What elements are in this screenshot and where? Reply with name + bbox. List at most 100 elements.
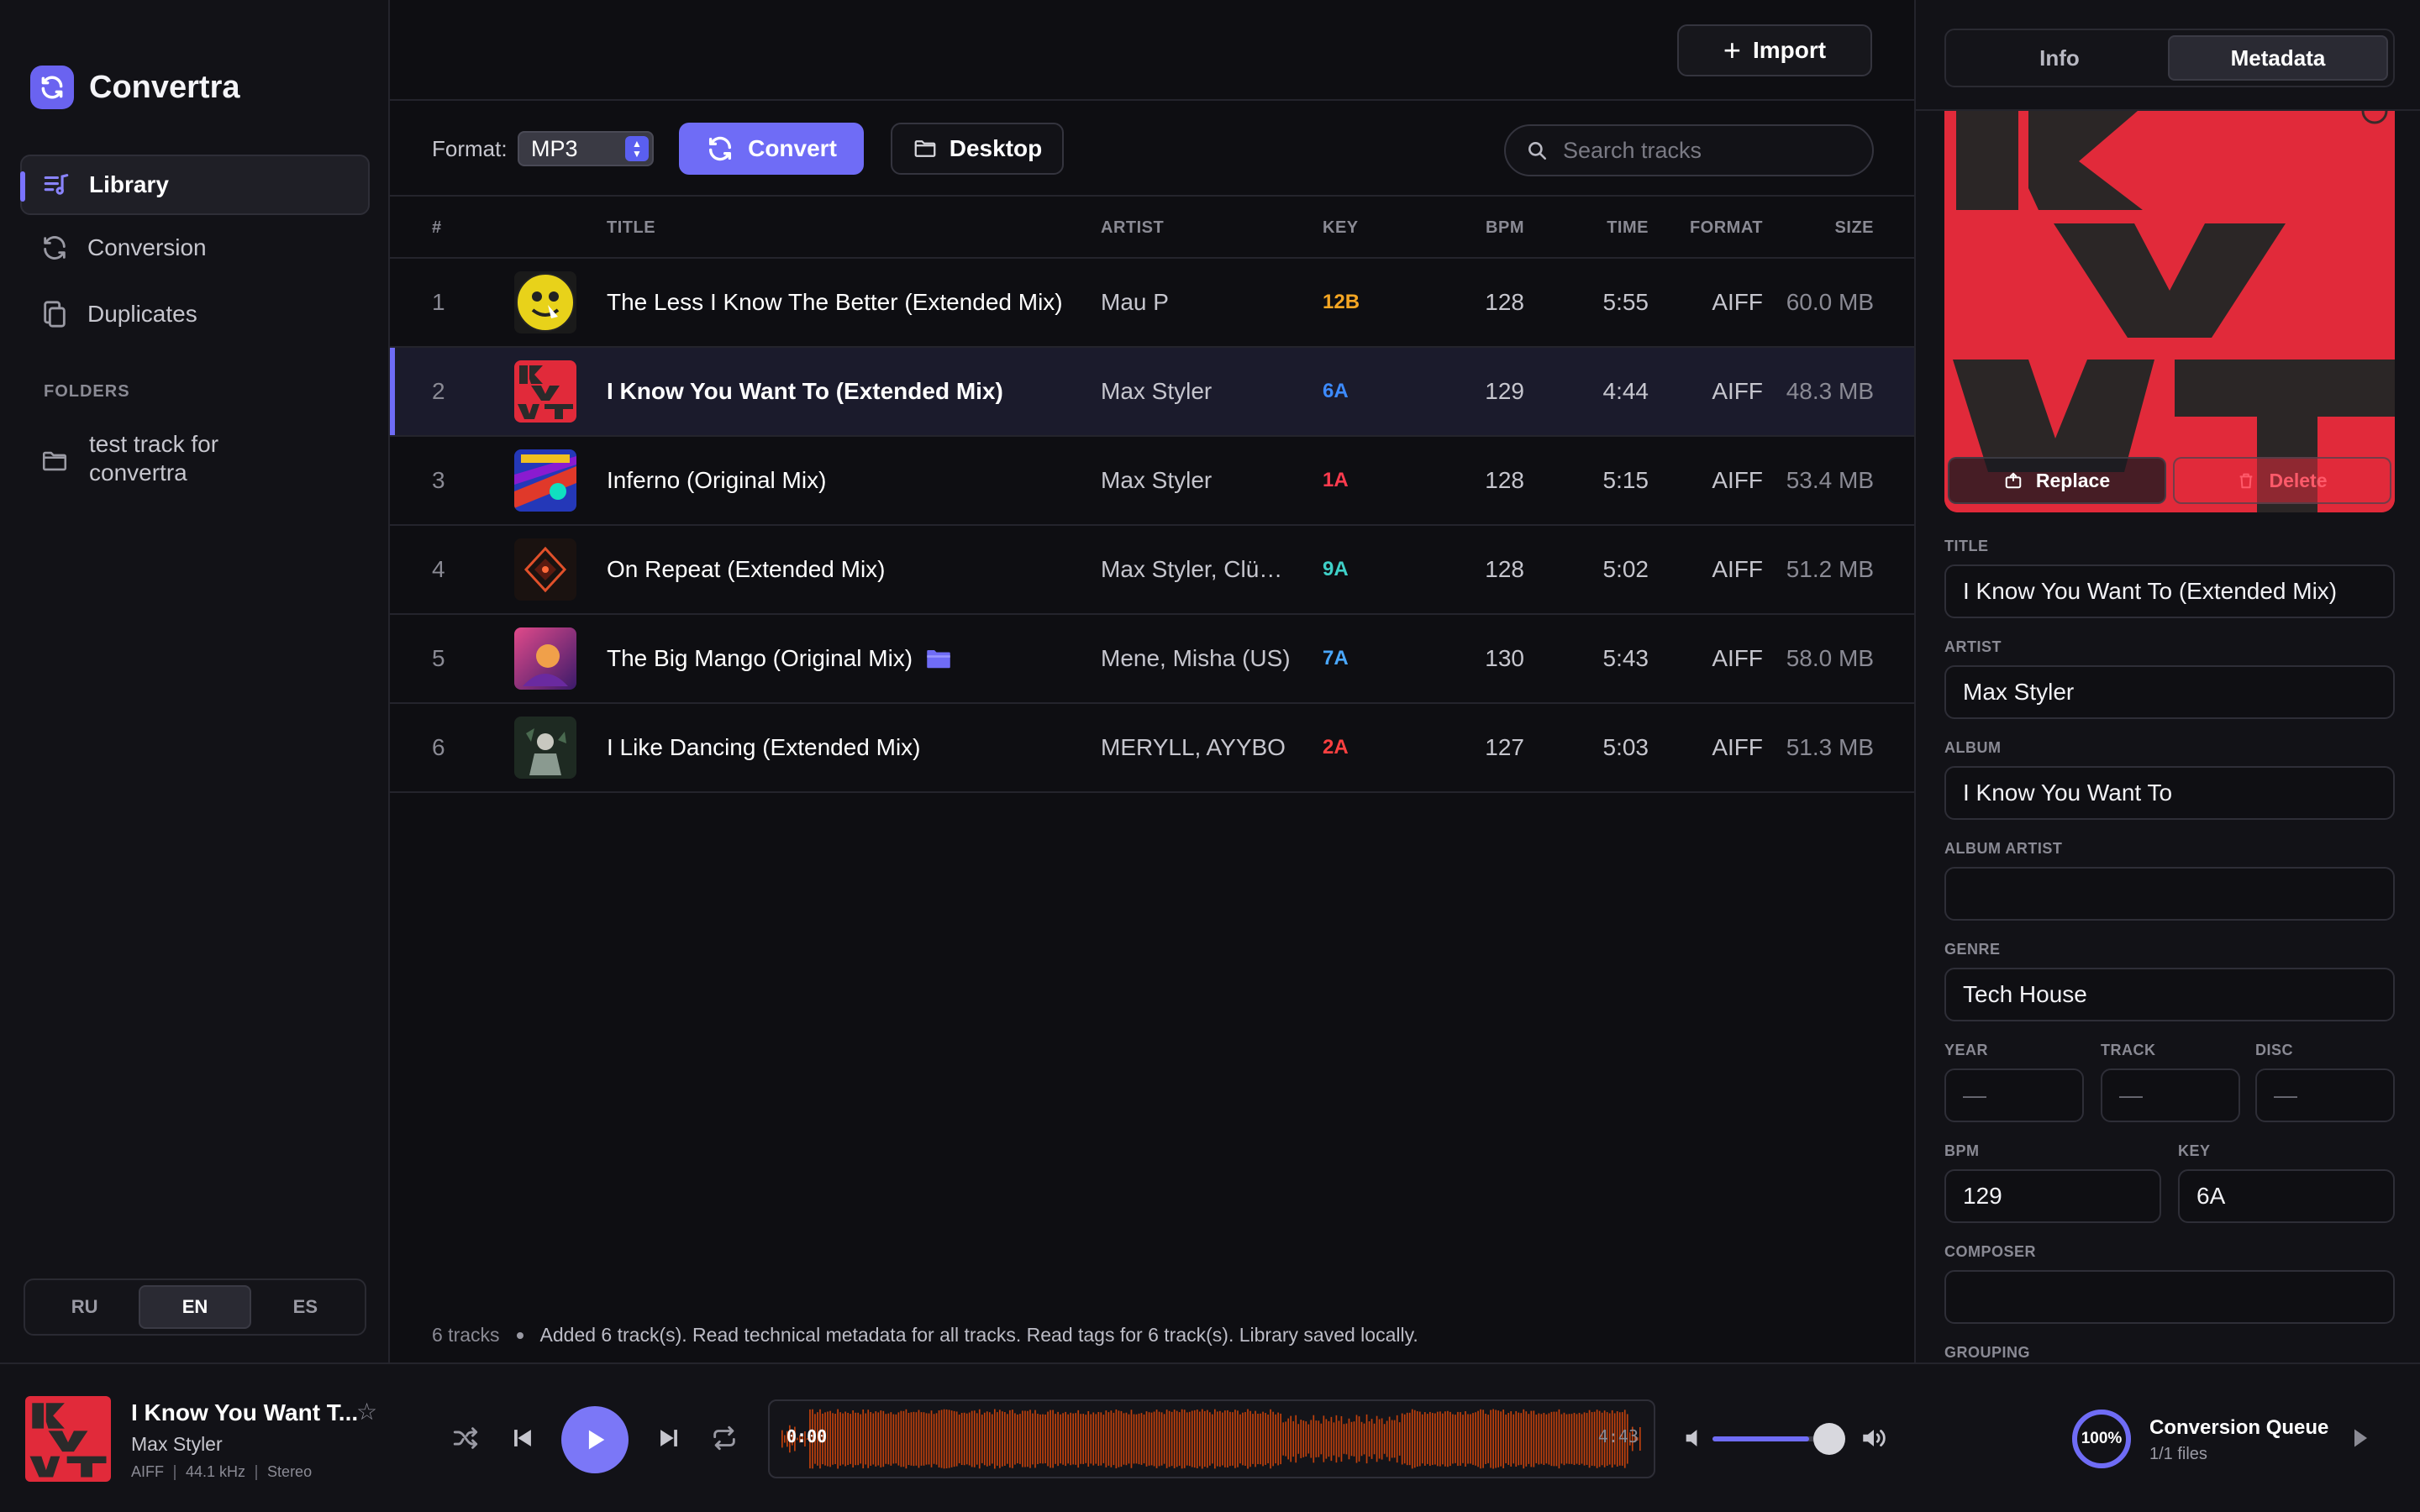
year-field[interactable]: — bbox=[1944, 1068, 2084, 1122]
waveform-bar bbox=[1335, 1415, 1338, 1463]
select-stepper-icon: ▲ ▼ bbox=[625, 136, 649, 161]
column-header-artist[interactable]: ARTIST bbox=[1101, 218, 1164, 238]
waveform-bar bbox=[1330, 1416, 1333, 1462]
waveform-bar bbox=[1237, 1410, 1239, 1467]
composer-field[interactable] bbox=[1944, 1270, 2395, 1324]
waveform-bar bbox=[1065, 1411, 1066, 1467]
delete-art-button[interactable]: Delete bbox=[2173, 457, 2391, 504]
sidebar-folder-item[interactable]: test track for convertra bbox=[40, 430, 308, 487]
bpm-field[interactable]: 129 bbox=[1944, 1169, 2161, 1223]
waveform-bar bbox=[1439, 1411, 1441, 1467]
shuffle-button[interactable] bbox=[449, 1421, 482, 1455]
language-es[interactable]: ES bbox=[251, 1285, 360, 1329]
album-artist-field[interactable] bbox=[1944, 867, 2395, 921]
key-field[interactable]: 6A bbox=[2178, 1169, 2395, 1223]
queue-title[interactable]: Conversion Queue bbox=[2149, 1416, 2328, 1440]
column-header-num[interactable]: # bbox=[432, 218, 442, 238]
table-row[interactable]: 6 I Like Dancing (Extended Mix) MERYLL, … bbox=[390, 704, 1914, 793]
search-input[interactable] bbox=[1563, 137, 1865, 164]
tab-metadata[interactable]: Metadata bbox=[2168, 35, 2388, 81]
waveform-bar bbox=[1338, 1420, 1340, 1457]
cover-image bbox=[514, 627, 576, 690]
tab-info[interactable]: Info bbox=[1951, 35, 2168, 81]
replace-art-button[interactable]: Replace bbox=[1948, 457, 2166, 504]
waveform-bar bbox=[1470, 1414, 1471, 1464]
table-row[interactable]: 5 The Big Mango (Original Mix) Mene, Mis… bbox=[390, 615, 1914, 704]
audio-format: AIFF bbox=[131, 1463, 164, 1480]
waveform-bar bbox=[1393, 1420, 1396, 1458]
waveform-bar bbox=[1077, 1410, 1080, 1468]
waveform-bar bbox=[1024, 1410, 1026, 1467]
sidebar-item-duplicates[interactable]: Duplicates bbox=[20, 284, 370, 344]
genre-field[interactable]: Tech House bbox=[1944, 968, 2395, 1021]
waveform-bar bbox=[1044, 1415, 1046, 1463]
waveform-bar bbox=[1302, 1420, 1305, 1457]
language-ru[interactable]: RU bbox=[30, 1285, 139, 1329]
table-row[interactable]: 3 Inferno (Original Mix) Max Styler 1A 1… bbox=[390, 437, 1914, 526]
convert-button[interactable]: Convert bbox=[679, 123, 864, 175]
waveform-bar bbox=[1034, 1410, 1036, 1468]
waveform-bar bbox=[986, 1411, 988, 1467]
column-header-size[interactable]: SIZE bbox=[1776, 218, 1874, 238]
waveform-bar bbox=[1168, 1410, 1171, 1467]
waveform-bar bbox=[1313, 1415, 1315, 1463]
play-button[interactable] bbox=[561, 1406, 629, 1473]
destination-folder-button[interactable]: Desktop bbox=[891, 123, 1064, 175]
favorite-star-icon[interactable]: ☆ bbox=[356, 1398, 377, 1425]
track-title: I Know You Want To (Extended Mix) bbox=[607, 378, 1003, 404]
table-row[interactable]: 1 The Less I Know The Better (Extended M… bbox=[390, 259, 1914, 348]
waveform-bar bbox=[1244, 1412, 1246, 1466]
sidebar-item-library[interactable]: Library bbox=[20, 155, 370, 215]
waveform-bar bbox=[1206, 1410, 1208, 1468]
waveform-bar bbox=[1150, 1412, 1153, 1466]
track-bpm: 129 bbox=[1485, 378, 1524, 404]
expand-queue-icon[interactable] bbox=[2344, 1423, 2375, 1453]
waveform-bar bbox=[1320, 1423, 1323, 1455]
waveform-bar bbox=[908, 1412, 910, 1466]
waveform-bar bbox=[1535, 1415, 1538, 1463]
disc-field[interactable]: — bbox=[2255, 1068, 2395, 1122]
waveform-bar bbox=[834, 1414, 836, 1464]
panel-tabs: Info Metadata bbox=[1944, 29, 2395, 87]
sidebar-item-conversion[interactable]: Conversion bbox=[20, 218, 370, 278]
title-field[interactable]: I Know You Want To (Extended Mix) bbox=[1944, 564, 2395, 618]
music-list-icon bbox=[44, 174, 69, 195]
waveform-bar bbox=[1490, 1410, 1491, 1468]
volume-slider-handle[interactable] bbox=[1813, 1423, 1845, 1455]
repeat-button[interactable] bbox=[708, 1421, 741, 1455]
status-bar: 6 tracks Added 6 track(s). Read technica… bbox=[432, 1324, 1418, 1347]
volume-high-icon[interactable] bbox=[1857, 1421, 1891, 1455]
waveform-bar bbox=[1262, 1411, 1264, 1467]
waveform-bar bbox=[1183, 1410, 1186, 1468]
field-label-year: YEAR bbox=[1944, 1042, 1989, 1058]
column-header-time[interactable]: TIME bbox=[1575, 218, 1649, 238]
artist-field[interactable]: Max Styler bbox=[1944, 665, 2395, 719]
waveform-bar bbox=[1487, 1415, 1489, 1463]
language-en[interactable]: EN bbox=[139, 1285, 251, 1329]
column-header-title[interactable]: TITLE bbox=[607, 218, 655, 238]
format-select[interactable]: MP3 ▲ ▼ bbox=[518, 131, 654, 166]
track-time: 4:44 bbox=[1602, 378, 1649, 404]
waveform-seek-bar[interactable]: 0:00 4:43 bbox=[768, 1399, 1655, 1478]
import-button[interactable]: + Import bbox=[1677, 24, 1872, 76]
volume-slider[interactable] bbox=[1712, 1436, 1830, 1441]
previous-button[interactable] bbox=[506, 1421, 539, 1455]
waveform-bar bbox=[1518, 1412, 1520, 1466]
folder-badge-icon[interactable] bbox=[926, 648, 951, 669]
track-number: 4 bbox=[432, 556, 445, 582]
volume-low-icon[interactable] bbox=[1679, 1421, 1712, 1455]
table-row[interactable]: 4 On Repeat (Extended Mix) Max Styler, C… bbox=[390, 526, 1914, 615]
waveform-bar bbox=[1060, 1414, 1061, 1464]
next-button[interactable] bbox=[652, 1421, 686, 1455]
track-field[interactable]: — bbox=[2101, 1068, 2240, 1122]
track-title: Inferno (Original Mix) bbox=[607, 467, 827, 493]
waveform-bar bbox=[1639, 1426, 1641, 1452]
column-header-bpm[interactable]: BPM bbox=[1474, 218, 1524, 238]
field-label-artist: ARTIST bbox=[1944, 638, 2002, 655]
column-header-key[interactable]: KEY bbox=[1323, 218, 1359, 238]
field-label-title: TITLE bbox=[1944, 538, 1989, 554]
album-field[interactable]: I Know You Want To bbox=[1944, 766, 2395, 820]
table-row-selected[interactable]: 2 I Know You Want To (Extended Mix) Max … bbox=[390, 348, 1914, 437]
waveform-bar bbox=[1418, 1411, 1421, 1467]
column-header-format[interactable]: FORMAT bbox=[1667, 218, 1763, 238]
